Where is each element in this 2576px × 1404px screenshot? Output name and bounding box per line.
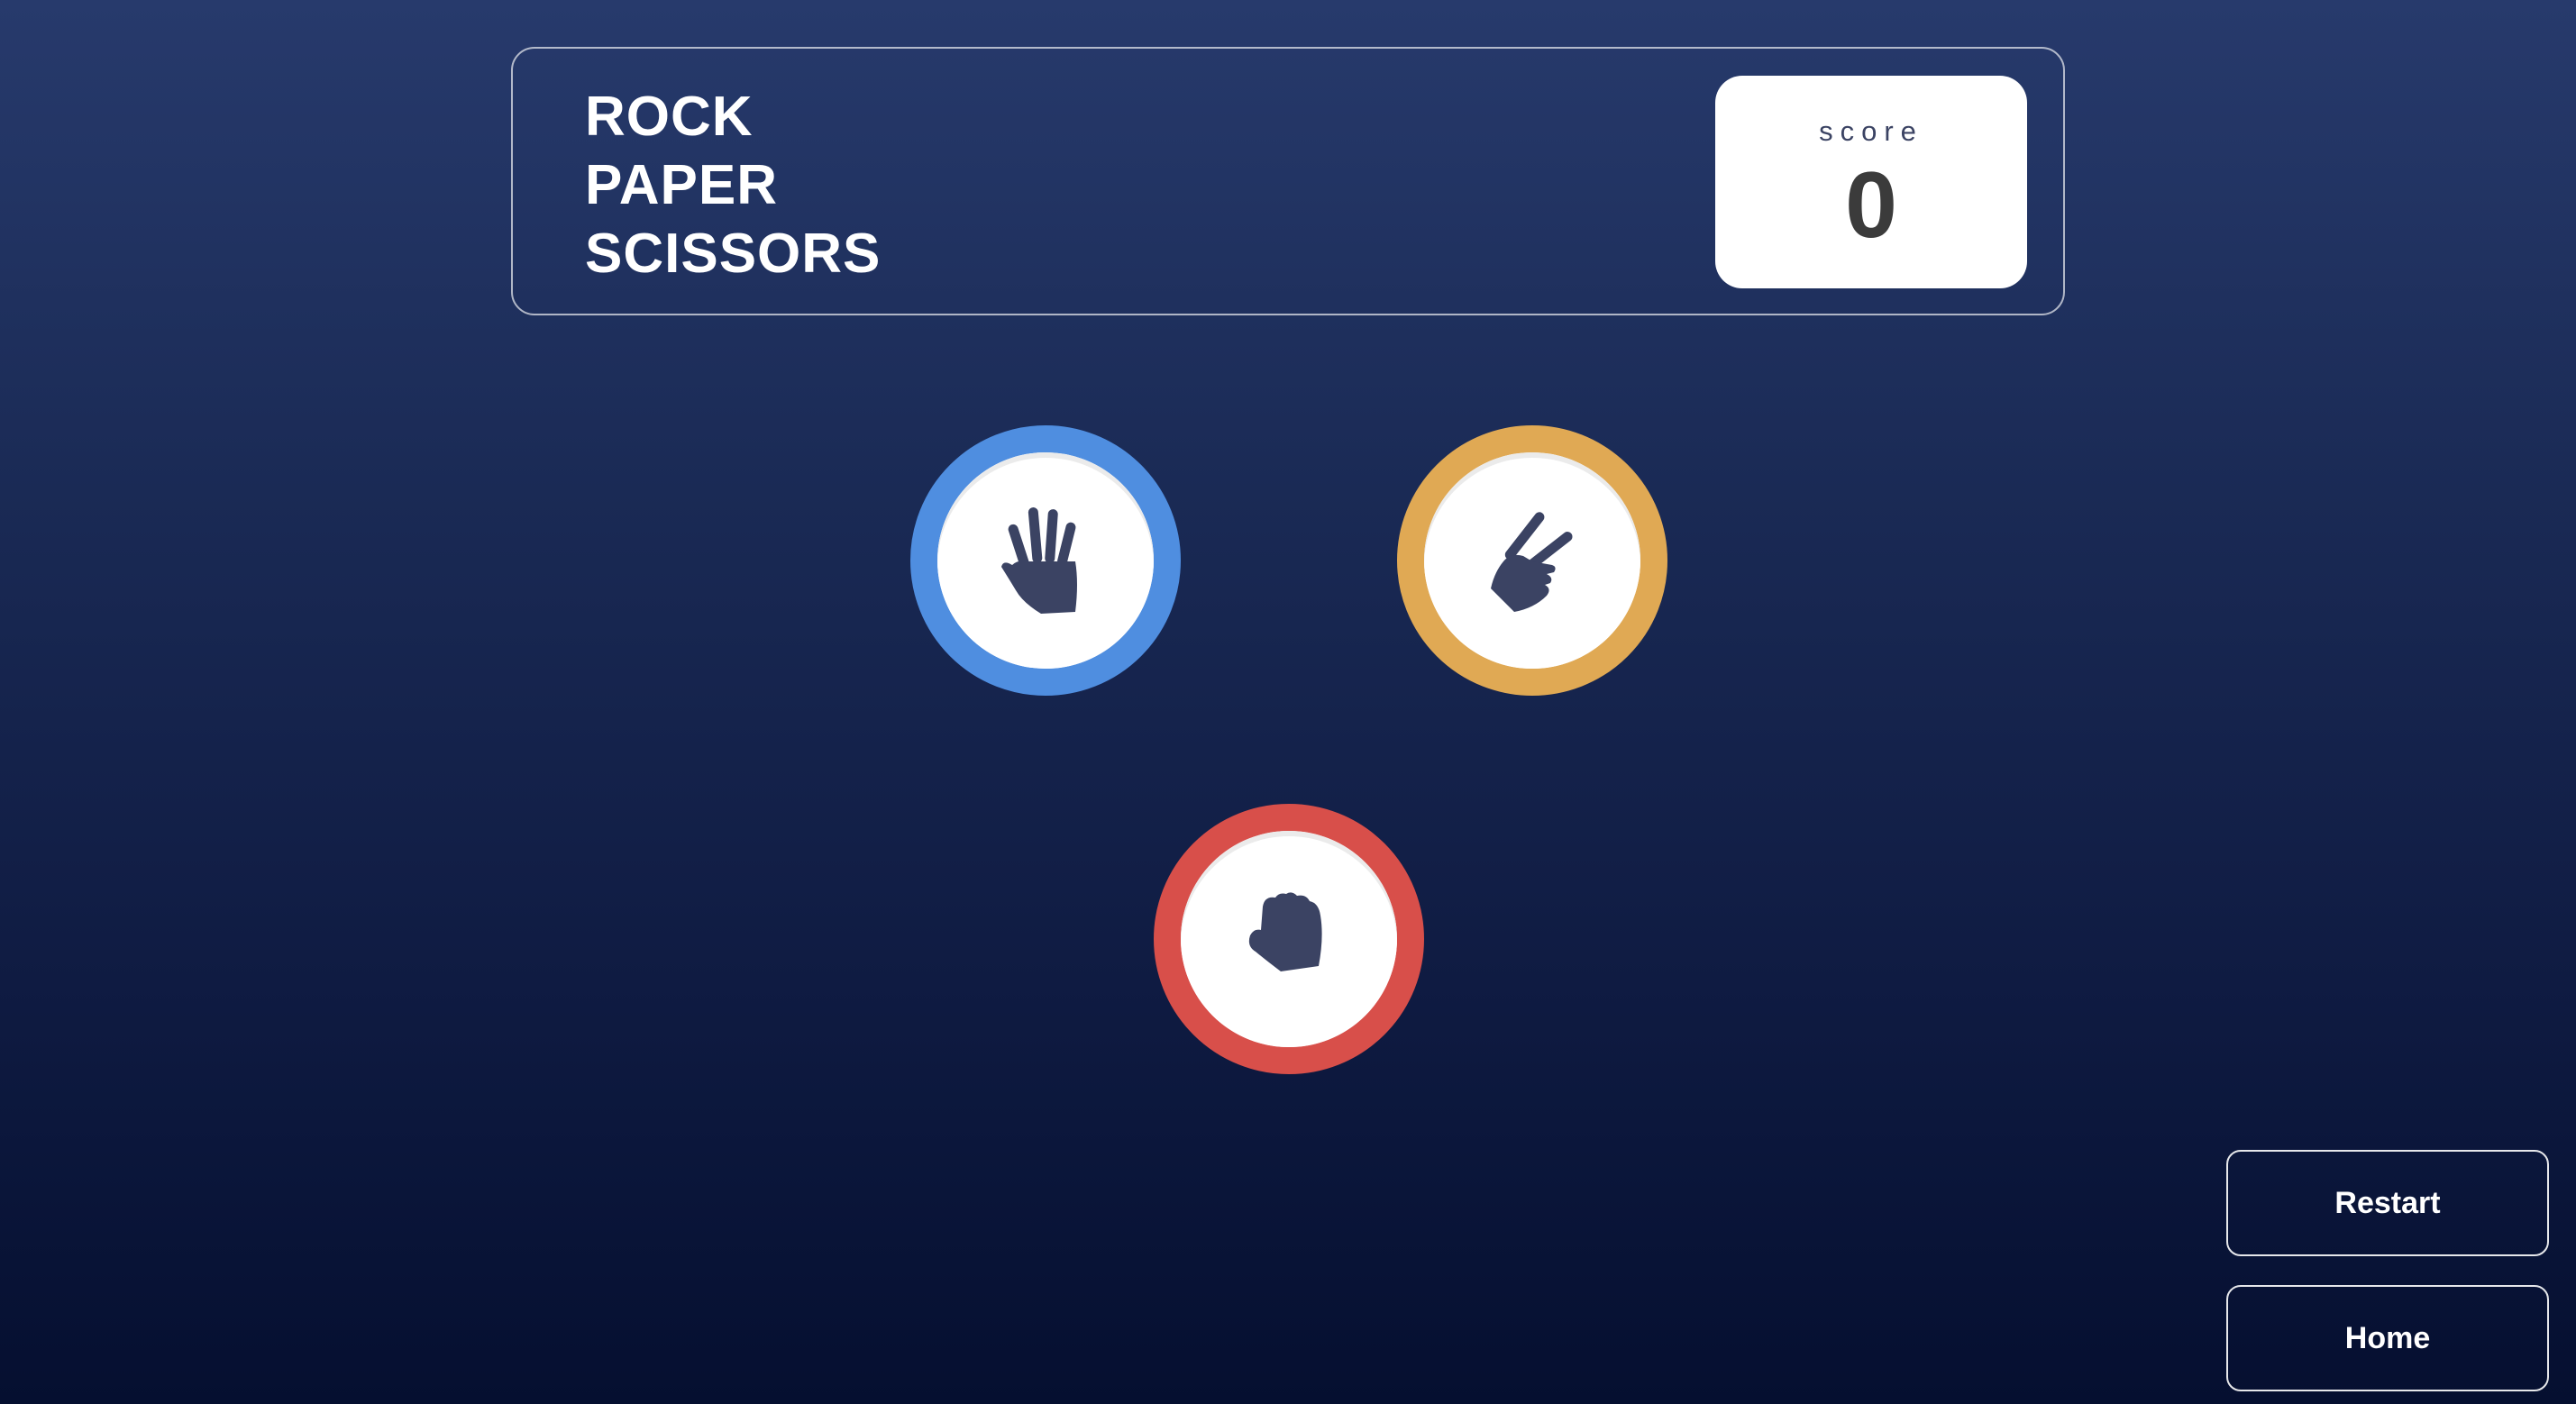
title-line-paper: PAPER [585,154,779,216]
home-button[interactable]: Home [2226,1285,2549,1391]
rock-fist-icon [1248,892,1322,971]
title-line-rock: ROCK [585,86,754,148]
paper-token[interactable] [910,425,1181,696]
score-box: score 0 [1715,76,2027,288]
score-label: score [1819,115,1923,147]
rock-token[interactable] [1154,804,1424,1074]
score-value: 0 [1845,153,1897,258]
title-line-scissors: SCISSORS [585,223,882,285]
paper-hand-icon [1001,507,1077,614]
scissors-token[interactable] [1397,425,1667,696]
game-header: ROCK PAPER SCISSORS score 0 [511,47,2065,315]
scissors-hand-icon [1491,512,1573,612]
restart-button[interactable]: Restart [2226,1150,2549,1256]
game-title: ROCK PAPER SCISSORS [585,83,881,288]
